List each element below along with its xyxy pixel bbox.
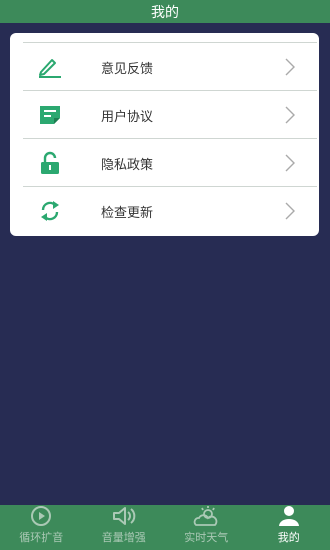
chevron-right-icon (283, 201, 297, 221)
menu-item-user-agreement[interactable]: 用户协议 (23, 90, 317, 139)
document-icon (35, 103, 65, 127)
tab-volume-boost[interactable]: 音量增强 (83, 505, 166, 550)
chevron-right-icon (283, 105, 297, 125)
menu-item-label: 用户协议 (101, 109, 154, 125)
chevron-right-icon (283, 57, 297, 77)
settings-card: 意见反馈 用户协议 隐私政策 检查更新 (10, 33, 319, 236)
speaker-icon (111, 505, 137, 527)
chevron-right-icon (283, 153, 297, 173)
tab-label: 实时天气 (184, 531, 229, 544)
menu-item-label: 隐私政策 (101, 157, 154, 173)
play-circle-icon (29, 505, 53, 527)
tab-loop-amplify[interactable]: 循环扩音 (0, 505, 83, 550)
tab-label: 循环扩音 (19, 531, 64, 544)
page-title: 我的 (151, 4, 179, 21)
menu-item-check-update[interactable]: 检查更新 (23, 186, 317, 235)
page-title-bar: 我的 (0, 0, 330, 23)
weather-icon (192, 505, 220, 527)
menu-item-label: 意见反馈 (101, 61, 154, 77)
menu-item-label: 检查更新 (101, 205, 154, 221)
menu-item-feedback[interactable]: 意见反馈 (23, 42, 317, 91)
tab-mine[interactable]: 我的 (248, 505, 330, 550)
tab-label: 我的 (277, 531, 300, 544)
tab-live-weather[interactable]: 实时天气 (165, 505, 248, 550)
refresh-icon (35, 199, 65, 223)
user-icon (277, 505, 301, 527)
tab-label: 音量增强 (101, 531, 146, 544)
edit-icon (35, 55, 65, 79)
bottom-tab-bar: 循环扩音 音量增强 实时天气 我的 (0, 505, 330, 550)
lock-icon (35, 151, 65, 175)
menu-item-privacy-policy[interactable]: 隐私政策 (23, 138, 317, 187)
